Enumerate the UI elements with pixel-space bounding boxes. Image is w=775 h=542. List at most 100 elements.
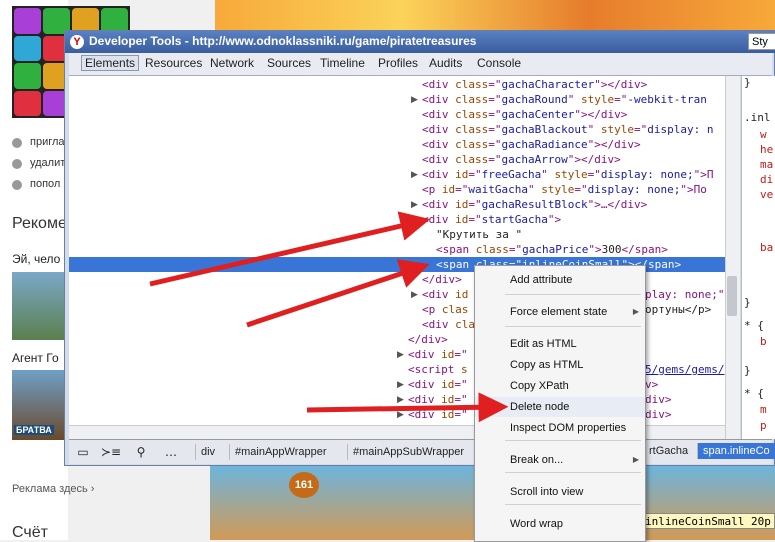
dom-node[interactable]: <div id="startGacha"> — [422, 212, 561, 227]
styles-panel[interactable]: eleme}.inlwhemadiveba}* {b}* {mp — [741, 76, 775, 439]
dom-node[interactable]: <div id=" — [408, 377, 468, 392]
dom-token: <div — [408, 378, 442, 391]
dom-node[interactable]: <div id — [422, 287, 468, 302]
tab-audits[interactable]: Audits — [429, 56, 462, 70]
dom-token: =" — [508, 243, 523, 256]
dom-node[interactable]: </div> — [408, 332, 448, 347]
expand-triangle-icon[interactable]: ▶ — [411, 290, 419, 300]
dom-node[interactable]: "Крутить за " — [436, 227, 522, 242]
dom-node[interactable]: <p clas — [422, 302, 468, 317]
dom-token: =" — [454, 393, 468, 406]
dom-node[interactable]: <div class="gachaBlackout" style="displa… — [422, 122, 713, 137]
dom-token: <p — [422, 183, 442, 196]
recommend-game-title[interactable]: Эй, чело — [12, 252, 60, 266]
more-icon[interactable]: … — [159, 444, 183, 460]
dom-node[interactable]: <div id=" — [408, 407, 468, 422]
dom-node[interactable]: <span class="gachaPrice">300</span> — [436, 242, 668, 257]
style-rule-fragment: ve — [760, 188, 774, 201]
menu-item-add-attribute[interactable]: Add attribute — [475, 270, 645, 290]
script-src-link[interactable]: 5/gems/gems/ — [645, 363, 724, 376]
dom-node[interactable]: <p id="waitGacha" style="display: none;"… — [422, 182, 707, 197]
dom-node[interactable]: <div class="gachaCharacter"></div> — [422, 77, 647, 92]
style-rule-fragment: w — [760, 128, 767, 141]
dom-node[interactable]: <div class="gachaRound" style="-webkit-t… — [422, 92, 707, 107]
menu-item-label: Add attribute — [510, 274, 573, 286]
dom-token: =" — [488, 108, 502, 121]
menu-item-label: Edit as HTML — [510, 338, 577, 350]
breadcrumb-item-active[interactable]: span.inlineCo — [697, 443, 775, 459]
recommend-game-image[interactable] — [12, 272, 68, 340]
menu-item-break-on[interactable]: Break on... ▶ — [475, 450, 645, 470]
expand-triangle-icon[interactable]: ▶ — [397, 410, 405, 420]
dom-node[interactable]: <div cla — [422, 317, 475, 332]
breadcrumb-item[interactable]: #mainAppWrapper — [229, 444, 332, 460]
dom-token: "></div> — [594, 78, 648, 91]
dom-token: style — [580, 93, 615, 106]
expand-triangle-icon[interactable]: ▶ — [411, 95, 419, 105]
ads-link[interactable]: Реклама здесь › — [12, 483, 94, 495]
tab-resources[interactable]: Resources — [145, 56, 202, 70]
style-rule-fragment: he — [760, 143, 774, 156]
menu-item-copy-xpath[interactable]: Copy XPath — [475, 376, 645, 396]
dom-node[interactable]: <div class="gachaCenter"></div> — [422, 107, 627, 122]
dom-node[interactable]: <div id=" — [408, 392, 468, 407]
expand-triangle-icon[interactable]: ▶ — [397, 350, 405, 360]
dom-node[interactable]: </div> — [422, 272, 462, 287]
dom-token: =" — [488, 138, 502, 151]
dom-node[interactable]: <div id="gachaResultBlock">…</div> — [422, 197, 647, 212]
menu-item-word-wrap[interactable]: Word wrap — [475, 514, 645, 534]
dom-token: <span — [436, 258, 476, 271]
breadcrumb-item[interactable]: div — [195, 444, 220, 460]
devtools-tabbar: Elements Resources Network Sources Timeline P… — [69, 53, 772, 76]
dom-token: <script — [408, 363, 461, 376]
bratva-logo: БРАТВА — [14, 425, 54, 435]
dom-scroll-thumb[interactable] — [727, 276, 737, 316]
dom-token: v> — [645, 378, 659, 391]
menu-item-delete-node[interactable]: Delete node — [475, 397, 645, 417]
top-up-link[interactable]: попол — [30, 178, 60, 190]
menu-item-label: Inspect DOM properties — [510, 422, 627, 434]
dom-node[interactable]: <div class="gachaRadiance"></div> — [422, 137, 641, 152]
delete-link[interactable]: удалит — [30, 157, 65, 169]
expand-triangle-icon[interactable]: ▶ — [411, 200, 419, 210]
menu-item-scroll-into-view[interactable]: Scroll into view — [475, 482, 645, 502]
dom-node[interactable]: <div id=" — [408, 347, 468, 362]
tab-network[interactable]: Network — [210, 56, 254, 70]
tab-sources[interactable]: Sources — [267, 56, 311, 70]
console-icon[interactable]: ≻≡ — [99, 444, 123, 460]
dock-icon[interactable]: ▭ — [71, 444, 95, 460]
recommend-game-title-2[interactable]: Агент Го — [12, 351, 59, 365]
dom-token: </div> — [422, 273, 462, 286]
tab-console[interactable]: Console — [477, 56, 521, 70]
invite-link[interactable]: пригла — [30, 136, 65, 148]
menu-item-inspect-dom-properties[interactable]: Inspect DOM properties — [475, 418, 645, 438]
expand-triangle-icon[interactable]: ▼ — [411, 215, 419, 225]
dom-token: cla — [455, 318, 475, 331]
yandex-icon: Y — [70, 35, 84, 49]
expand-triangle-icon[interactable]: ▶ — [397, 380, 405, 390]
search-icon[interactable]: ⚲ — [129, 444, 153, 460]
devtools-titlebar[interactable]: Y Developer Tools - http://www.odnoklass… — [65, 31, 775, 53]
dom-token: s — [460, 363, 468, 376]
dom-token: <div — [422, 153, 456, 166]
breadcrumb-item[interactable]: rtGacha — [644, 443, 693, 459]
tab-elements[interactable]: Elements — [81, 55, 140, 71]
expand-triangle-icon[interactable]: ▶ — [397, 395, 405, 405]
coin-counter: 161 — [289, 472, 319, 498]
style-rule-fragment: } — [744, 364, 751, 377]
menu-item-copy-as-html[interactable]: Copy as HTML — [475, 355, 645, 375]
dom-token: class — [475, 243, 509, 256]
dom-vertical-scrollbar[interactable] — [725, 76, 740, 439]
dom-node[interactable]: <script s — [408, 362, 468, 377]
tab-timeline[interactable]: Timeline — [320, 56, 365, 70]
dom-token: id — [455, 213, 469, 226]
tab-profiles[interactable]: Profiles — [378, 56, 418, 70]
menu-item-force-element-state[interactable]: Force element state ▶ — [475, 302, 645, 322]
expand-triangle-icon[interactable]: ▶ — [411, 170, 419, 180]
styles-tab[interactable]: Sty — [748, 33, 775, 50]
dom-node[interactable]: <div class="gachaArrow"></div> — [422, 152, 621, 167]
menu-item-edit-as-html[interactable]: Edit as HTML — [475, 334, 645, 354]
breadcrumb-item[interactable]: #mainAppSubWrapper — [347, 444, 469, 460]
dom-node[interactable]: <div id="freeGacha" style="display: none… — [422, 167, 713, 182]
dom-token: <div — [422, 78, 456, 91]
